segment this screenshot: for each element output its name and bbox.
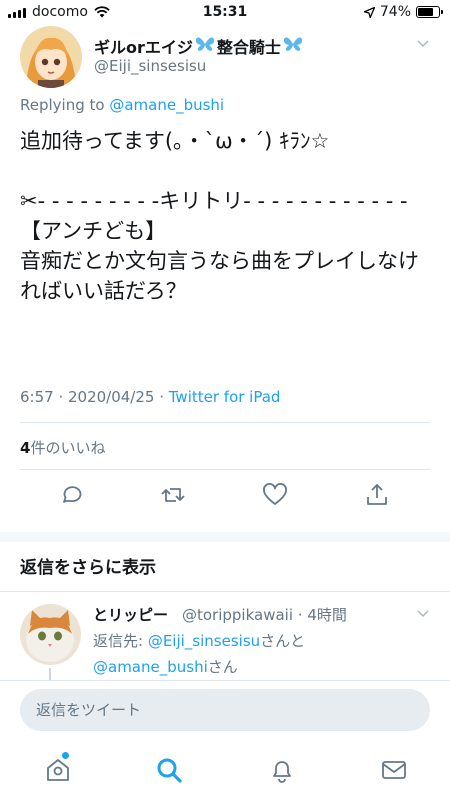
- reply-to-prefix: 返信先:: [93, 632, 148, 650]
- replying-user-link[interactable]: @amane_bushi: [109, 96, 224, 114]
- tweet-meta: 6:57 · 2020/04/25 · Twitter for iPad: [20, 388, 280, 406]
- reply-to-user-link[interactable]: @Eiji_sinsesisu: [148, 632, 260, 650]
- composer-bar: 返信をツイート: [0, 680, 450, 742]
- tweet-timestamp: 6:57 · 2020/04/25 ·: [20, 388, 169, 406]
- divider: [0, 591, 450, 592]
- battery-percent: 74%: [379, 4, 411, 20]
- tweet-source-link[interactable]: Twitter for iPad: [169, 388, 281, 406]
- chevron-down-icon[interactable]: [416, 36, 430, 50]
- author-name: ギルorエイジ: [94, 38, 193, 57]
- notification-dot: [62, 752, 69, 759]
- author-name-line[interactable]: ギルorエイジ 整合騎士: [94, 34, 303, 58]
- reply-to-suffix: さん: [207, 658, 238, 676]
- divider: [20, 469, 430, 470]
- messages-icon[interactable]: [380, 756, 408, 784]
- battery-fill: [418, 8, 433, 16]
- tab-bar: [0, 742, 450, 800]
- likes-summary[interactable]: 4件のいいね: [20, 437, 105, 458]
- likes-label: 件のいいね: [30, 439, 106, 457]
- home-icon[interactable]: [44, 756, 72, 784]
- location-arrow-icon: [363, 6, 375, 18]
- share-icon[interactable]: [364, 482, 390, 508]
- likes-count: 4: [20, 439, 31, 457]
- author-handle[interactable]: @Eiji_sinsesisu: [94, 57, 206, 75]
- reply-author-name[interactable]: とリッピー: [93, 604, 168, 625]
- author-title: 整合騎士: [216, 38, 281, 57]
- author-avatar[interactable]: [20, 26, 82, 88]
- like-icon[interactable]: [262, 482, 288, 508]
- divider: [20, 422, 430, 423]
- retweet-icon[interactable]: [160, 482, 186, 508]
- reply-avatar[interactable]: [20, 604, 81, 665]
- reply-to-mid: さんと: [260, 632, 306, 650]
- butterfly-icon: [283, 36, 303, 56]
- more-replies-heading[interactable]: 返信をさらに表示: [20, 553, 156, 578]
- status-right: 74%: [363, 4, 443, 20]
- chevron-down-icon[interactable]: [416, 606, 430, 620]
- butterfly-icon: [195, 36, 215, 56]
- battery-icon: [416, 6, 443, 18]
- search-icon[interactable]: [155, 756, 183, 784]
- reply-to-user-link[interactable]: @amane_bushi: [93, 658, 208, 676]
- notifications-icon[interactable]: [268, 756, 296, 784]
- section-separator: [0, 532, 450, 542]
- reply-handle-time: @torippikawaii · 4時間: [182, 606, 347, 624]
- status-bar: docomo 15:31 74%: [0, 0, 450, 26]
- replying-to: Replying to @amane_bushi: [20, 96, 224, 114]
- tweet-actions: [0, 482, 450, 510]
- reply-to-line: 返信先: @Eiji_sinsesisuさんと @amane_bushiさん: [93, 628, 433, 680]
- reply-icon[interactable]: [58, 482, 84, 508]
- reply-composer-input[interactable]: 返信をツイート: [20, 689, 430, 731]
- tweet-text: 追加待ってます(｡・`ω・´) ｷﾗﾝ☆ ✂- - - - - - - - -キ…: [20, 129, 419, 303]
- replying-prefix: Replying to: [20, 96, 110, 114]
